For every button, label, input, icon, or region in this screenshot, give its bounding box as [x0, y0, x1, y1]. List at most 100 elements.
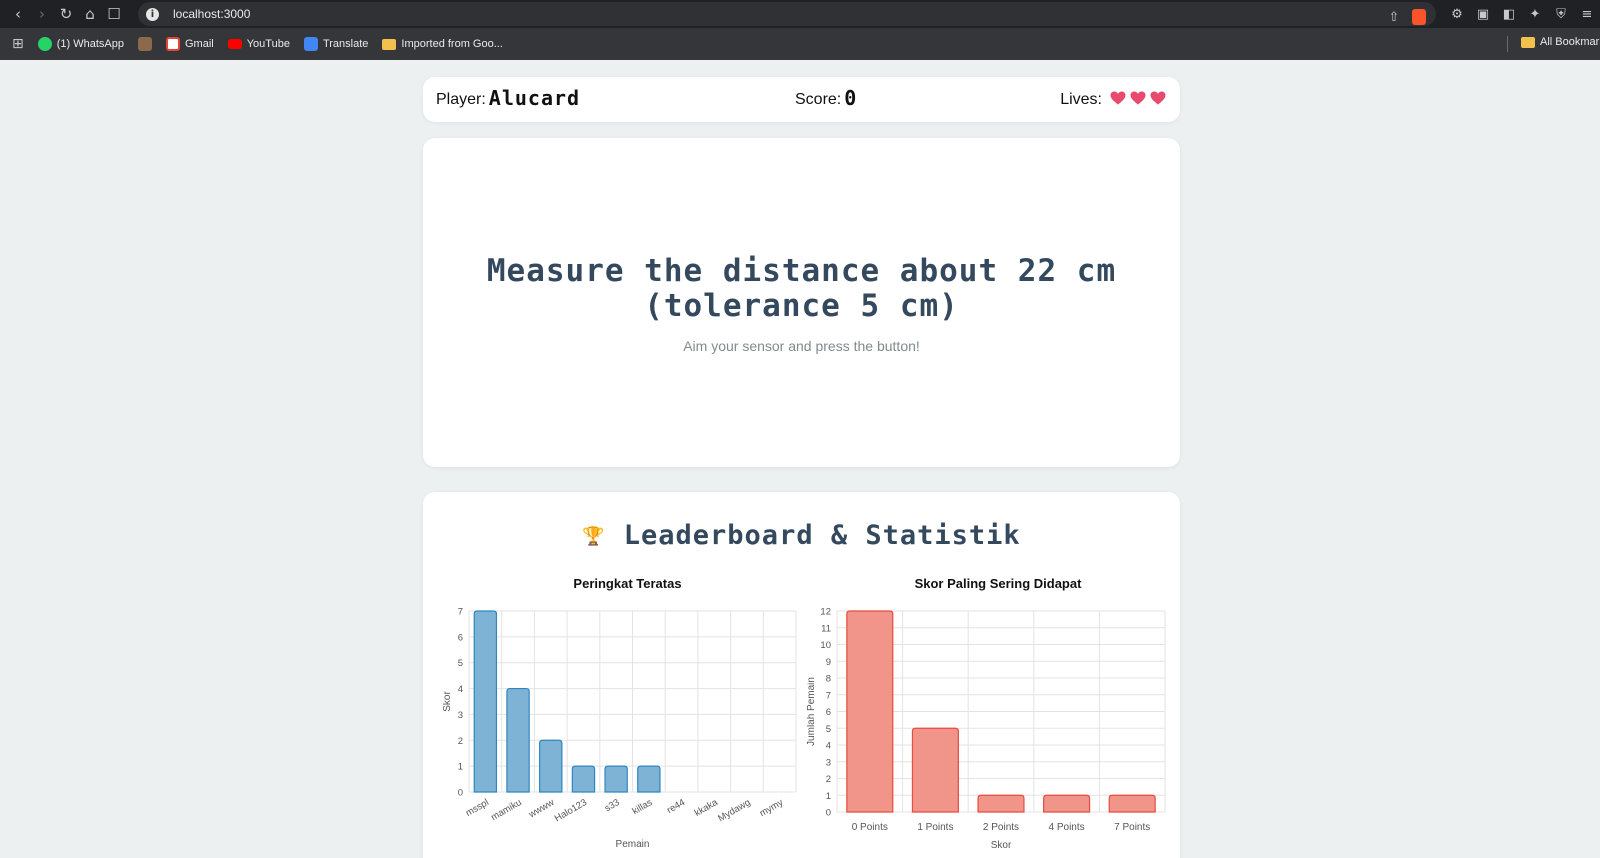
y-tick-label: 2	[826, 774, 831, 785]
x-tick-label: s33	[603, 797, 622, 814]
share-icon[interactable]: ⇧	[1386, 5, 1402, 29]
menu-icon[interactable]: ≡	[1574, 2, 1600, 26]
y-tick-label: 0	[458, 788, 463, 799]
folder-icon	[1521, 36, 1535, 48]
x-tick-label: 4 Points	[1049, 822, 1085, 833]
reload-icon[interactable]: ↻	[54, 2, 78, 26]
game-status-bar: Player: Alucard Score: 0 Lives:	[423, 77, 1180, 122]
y-tick-label: 7	[458, 607, 463, 618]
x-tick-label: 1 Points	[917, 822, 953, 833]
address-bar[interactable]: i localhost:3000 ⇧	[138, 2, 1436, 26]
site-icon	[137, 37, 152, 51]
heart-icon	[1130, 91, 1146, 105]
leo-icon[interactable]: ✦	[1522, 2, 1548, 26]
leaderboard-title: Leaderboard & Statistik	[623, 520, 1021, 551]
x-axis-label: Pemain	[616, 839, 650, 850]
y-tick-label: 10	[820, 640, 831, 651]
x-tick-label: 0 Points	[852, 822, 888, 833]
trophy-icon: 🏆	[582, 526, 606, 547]
x-tick-label: re44	[665, 797, 687, 816]
player-info: Player: Alucard	[436, 77, 580, 122]
tab-search-icon[interactable]: ▣	[1470, 2, 1496, 26]
y-tick-label: 4	[826, 741, 831, 752]
bar	[846, 610, 894, 813]
score-frequency-chart: Skor Paling Sering Didapat01234567891011…	[807, 576, 1166, 851]
home-icon[interactable]: ⌂	[78, 2, 102, 26]
x-tick-label: 2 Points	[983, 822, 1019, 833]
y-tick-label: 1	[458, 762, 463, 773]
folder-icon	[382, 38, 397, 50]
forward-icon[interactable]: ›	[30, 2, 54, 26]
all-bookmarks[interactable]: All Bookmarks	[1521, 36, 1600, 48]
bookmarks-divider	[1507, 36, 1508, 52]
y-axis-label: Jumlah Pemain	[807, 677, 817, 746]
lives-label: Lives:	[1060, 90, 1102, 108]
sidebar-icon[interactable]: ◧	[1496, 2, 1522, 26]
vpn-icon[interactable]: ⛨	[1548, 2, 1574, 26]
x-tick-label: wwww	[526, 797, 556, 821]
y-axis-label: Skor	[443, 691, 453, 712]
bookmarks-bar: ⊞ (1) WhatsApp Gmail YouTube Translate I…	[0, 28, 1600, 60]
bookmark-imported-folder[interactable]: Imported from Goo...	[382, 38, 503, 50]
bar	[1043, 794, 1091, 813]
player-label: Player:	[436, 90, 486, 108]
bar	[637, 765, 661, 793]
y-tick-label: 4	[458, 684, 463, 695]
bar	[571, 765, 596, 793]
bookmark-icon[interactable]: ☐	[102, 2, 126, 26]
site-info-icon[interactable]: i	[146, 7, 159, 21]
x-axis-label: Skor	[991, 840, 1012, 851]
apps-icon[interactable]: ⊞	[12, 36, 24, 52]
gmail-icon	[165, 37, 180, 51]
y-tick-label: 8	[826, 674, 831, 685]
top-rank-chart: Peringkat Teratas 0 1 2 3 4 5 6 7 mssplmamiku wwww…	[443, 576, 797, 850]
bookmark-translate[interactable]: Translate	[303, 37, 368, 51]
heart-icon	[1110, 91, 1126, 105]
bar	[506, 687, 530, 793]
bar	[539, 739, 563, 793]
x-tick-label: Mydawg	[716, 797, 752, 824]
url-text[interactable]: localhost:3000	[173, 7, 250, 21]
mission-card: Measure the distance about 22 cm (tolera…	[423, 138, 1180, 467]
y-tick-label: 12	[820, 607, 831, 618]
x-tick-label: mymy	[758, 797, 786, 819]
browser-toolbar: ‹ › ↻ ⌂ ☐ i localhost:3000 ⇧ ⚙ ▣ ◧ ✦ ⛨ ≡	[0, 0, 1600, 28]
y-tick-label: 5	[826, 724, 831, 735]
y-tick-label: 6	[458, 632, 463, 643]
y-tick-label: 3	[458, 710, 463, 721]
leaderboard-heading: 🏆 Leaderboard & Statistik	[423, 520, 1180, 551]
y-tick-label: 7	[826, 690, 831, 701]
y-tick-label: 3	[826, 757, 831, 768]
translate-icon	[303, 37, 318, 51]
bookmark-site[interactable]	[137, 37, 152, 51]
bookmark-youtube[interactable]: YouTube	[227, 38, 290, 50]
chart-title: Peringkat Teratas	[573, 576, 681, 591]
bar	[977, 794, 1025, 813]
mission-title: Measure the distance about 22 cm (tolera…	[486, 253, 1117, 324]
bookmark-whatsapp[interactable]: (1) WhatsApp	[37, 37, 124, 51]
bar	[604, 765, 628, 793]
y-tick-label: 1	[826, 791, 831, 802]
brave-shield-icon[interactable]	[1412, 9, 1426, 25]
bookmark-gmail[interactable]: Gmail	[165, 37, 214, 51]
x-tick-label: msspl	[464, 797, 491, 819]
back-icon[interactable]: ‹	[6, 2, 30, 26]
player-name: Alucard	[488, 85, 581, 110]
y-tick-label: 6	[826, 707, 831, 718]
bar	[473, 610, 498, 793]
x-tick-label: Halo123	[553, 797, 589, 824]
y-tick-label: 9	[826, 657, 831, 668]
score-value: 0	[844, 85, 858, 110]
leaderboard-card: 🏆 Leaderboard & Statistik Peringkat Terat…	[423, 492, 1180, 858]
heart-icon	[1150, 91, 1166, 105]
extensions-icon[interactable]: ⚙	[1444, 2, 1470, 26]
y-tick-label: 0	[826, 808, 831, 819]
whatsapp-icon	[37, 37, 52, 51]
bar	[1108, 794, 1156, 813]
youtube-icon	[227, 39, 242, 49]
x-tick-label: 7 Points	[1114, 822, 1150, 833]
x-tick-label: mamiku	[489, 797, 523, 823]
chart-title: Skor Paling Sering Didapat	[915, 576, 1083, 591]
x-tick-label: killas	[631, 797, 655, 817]
y-tick-label: 5	[458, 658, 463, 669]
